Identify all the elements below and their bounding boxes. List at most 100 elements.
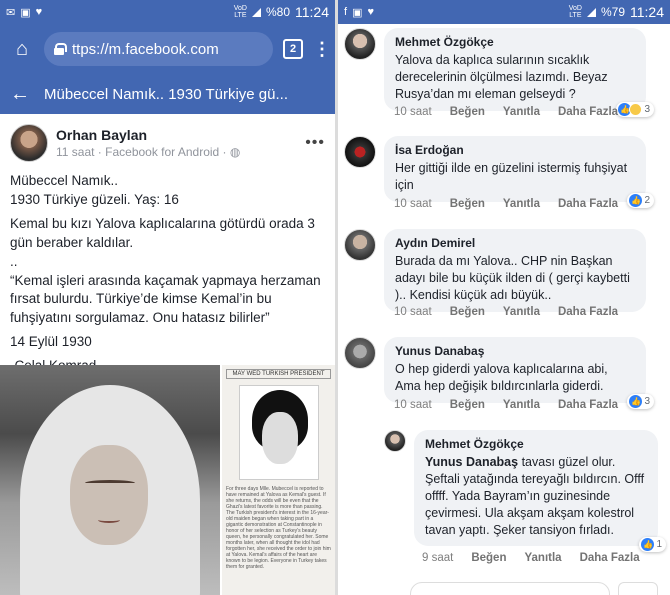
notification-icons: f ▣ ♥: [344, 6, 374, 19]
commenter-avatar[interactable]: [344, 337, 376, 369]
comment-bubble: Mehmet Özgökçe Yalova da kaplıca suların…: [384, 28, 654, 117]
post-line: “Kemal işleri arasında kaçamak yapmaya h…: [10, 273, 321, 325]
comment-time: 10 saat: [394, 198, 432, 210]
reaction-summary[interactable]: 👍 3: [616, 101, 654, 117]
comment-text: Yalova da kaplıca sularının sıcaklık der…: [395, 53, 608, 101]
comment: İsa Erdoğan Her gittiği ilde en güzelini…: [344, 136, 654, 208]
like-reaction-icon: 👍: [629, 193, 643, 207]
mention-link[interactable]: Yunus Danabaş: [425, 455, 518, 469]
commenter-avatar[interactable]: [384, 430, 406, 452]
signal-icon: [586, 7, 596, 17]
commenter-avatar[interactable]: [344, 136, 376, 168]
comment-text: Her gittiği ilde en güzelini istermiş fu…: [395, 161, 628, 192]
reply-button[interactable]: Yanıtla: [503, 198, 540, 210]
home-icon[interactable]: ⌂: [10, 38, 34, 61]
like-button[interactable]: Beğen: [471, 552, 506, 564]
reaction-count: 1: [656, 539, 662, 551]
reply-button[interactable]: Yanıtla: [503, 106, 540, 118]
comment-time: 9 saat: [422, 552, 454, 564]
comment-bubble: Yunus Danabaş O hep giderdi yalova kaplı…: [384, 337, 654, 409]
browser-toolbar: ⌂ ttps://m.facebook.com 2 ⋮: [0, 24, 335, 74]
reaction-count: 3: [644, 103, 650, 115]
heart-icon: ♥: [35, 5, 43, 18]
like-button[interactable]: Beğen: [450, 106, 485, 118]
overflow-menu-icon[interactable]: ⋮: [313, 39, 331, 60]
more-button[interactable]: Daha Fazla: [558, 198, 618, 210]
comment: Yunus Danabaş O hep giderdi yalova kaplı…: [344, 337, 654, 409]
comment-actions: 10 saat Beğen Yanıtla Daha Fazla: [394, 198, 618, 210]
reaction-summary[interactable]: 👍 3: [627, 393, 654, 409]
comment-actions: 10 saat Beğen Yanıtla Daha Fazla: [394, 306, 618, 318]
post-date-line: 14 Eylül 1930: [10, 333, 92, 349]
comment-bubble: Mehmet Özgökçe Yunus Danabaş tavası güze…: [414, 430, 666, 553]
comment-text: Burada da mı Yalova.. CHP nin Başkan ada…: [395, 254, 630, 302]
comment-actions: 9 saat Beğen Yanıtla Daha Fazla: [422, 552, 640, 564]
post-line: 1930 Türkiye güzeli. Yaş: 16: [10, 192, 179, 208]
right-screenshot: f ▣ ♥ VoD LTE %79 11:24 Mehmet Özgökçe Ya…: [338, 0, 670, 595]
left-screenshot: ✉ ▣ ♥ VoD LTE %80 11:24 ⌂ ttps://m.facebo…: [0, 0, 335, 595]
comment-time: 10 saat: [394, 106, 432, 118]
clock: 11:24: [630, 4, 664, 20]
image-icon: ▣: [352, 6, 363, 19]
post-photos[interactable]: MAY WED TURKISH PRESIDENT For three days…: [0, 365, 335, 595]
post-options-icon[interactable]: •••: [305, 134, 325, 152]
reaction-summary[interactable]: 👍 1: [639, 537, 666, 553]
comment-text: O hep giderdi yalova kaplıcalarına abi, …: [395, 362, 608, 393]
commenter-name[interactable]: Yunus Danabaş: [395, 344, 635, 358]
comment-input[interactable]: [410, 582, 610, 595]
comment-bubble: Aydın Demirel Burada da mı Yalova.. CHP …: [384, 229, 646, 312]
comment-text: Yunus Danabaş tavası güzel olur. Şeftali…: [425, 455, 645, 537]
more-button[interactable]: Daha Fazla: [558, 306, 618, 318]
image-icon: ▣: [20, 6, 31, 19]
send-button[interactable]: [618, 582, 658, 595]
reply-button[interactable]: Yanıtla: [503, 399, 540, 411]
comment-actions: 10 saat Beğen Yanıtla Daha Fazla: [394, 399, 618, 411]
commenter-name[interactable]: İsa Erdoğan: [395, 143, 635, 157]
like-button[interactable]: Beğen: [450, 399, 485, 411]
back-arrow-icon[interactable]: ←: [10, 83, 30, 106]
post-header: Orhan Baylan 11 saat · Facebook for Andr…: [0, 114, 335, 168]
clock: 11:24: [295, 4, 329, 20]
signal-icon: [251, 7, 261, 17]
globe-icon: ◍: [229, 145, 241, 159]
clipping-text: For three days Mlle. Mubeccel is reporte…: [226, 486, 331, 570]
like-reaction-icon: 👍: [629, 394, 643, 408]
commenter-avatar[interactable]: [344, 229, 376, 261]
reaction-count: 3: [644, 395, 650, 407]
facebook-icon: f: [344, 5, 348, 18]
like-button[interactable]: Beğen: [450, 198, 485, 210]
reply-button[interactable]: Yanıtla: [503, 306, 540, 318]
post-text: Mübeccel Namık.. 1930 Türkiye güzeli. Ya…: [0, 168, 335, 375]
like-button[interactable]: Beğen: [450, 306, 485, 318]
commenter-name[interactable]: Mehmet Özgökçe: [425, 437, 647, 451]
comment: Aydın Demirel Burada da mı Yalova.. CHP …: [344, 229, 646, 312]
comment-bubble: İsa Erdoğan Her gittiği ilde en güzelini…: [384, 136, 654, 208]
reaction-summary[interactable]: 👍 2: [627, 192, 654, 208]
comment-actions: 10 saat Beğen Yanıtla Daha Fazla: [394, 106, 618, 118]
commenter-avatar[interactable]: [344, 28, 376, 60]
reply-button[interactable]: Yanıtla: [524, 552, 561, 564]
url-field[interactable]: ttps://m.facebook.com: [44, 32, 273, 66]
like-reaction-icon: 👍: [641, 538, 655, 552]
commenter-name[interactable]: Mehmet Özgökçe: [395, 35, 635, 49]
author-name[interactable]: Orhan Baylan: [56, 127, 297, 143]
status-bar: f ▣ ♥ VoD LTE %79 11:24: [338, 0, 670, 24]
commenter-name[interactable]: Aydın Demirel: [395, 236, 635, 250]
more-button[interactable]: Daha Fazla: [558, 399, 618, 411]
tab-count-button[interactable]: 2: [283, 39, 303, 59]
newspaper-clipping[interactable]: MAY WED TURKISH PRESIDENT For three days…: [222, 365, 335, 595]
heart-icon: ♥: [367, 5, 374, 18]
post-meta: 11 saat · Facebook for Android · ◍: [56, 145, 241, 159]
network-indicator: VoD LTE: [568, 5, 582, 19]
more-button[interactable]: Daha Fazla: [558, 106, 618, 118]
post-line: Kemal bu kızı Yalova kaplıcalarına götür…: [10, 216, 315, 250]
more-button[interactable]: Daha Fazla: [580, 552, 640, 564]
url-text: ttps://m.facebook.com: [72, 40, 219, 58]
author-avatar[interactable]: [10, 124, 48, 162]
network-indicator: VoD LTE: [233, 5, 247, 19]
post-line: ..: [10, 253, 18, 269]
clipping-portrait: [238, 385, 319, 480]
comment-time: 10 saat: [394, 306, 432, 318]
battery-level: %79: [600, 5, 625, 19]
portrait-photo[interactable]: [0, 365, 220, 595]
